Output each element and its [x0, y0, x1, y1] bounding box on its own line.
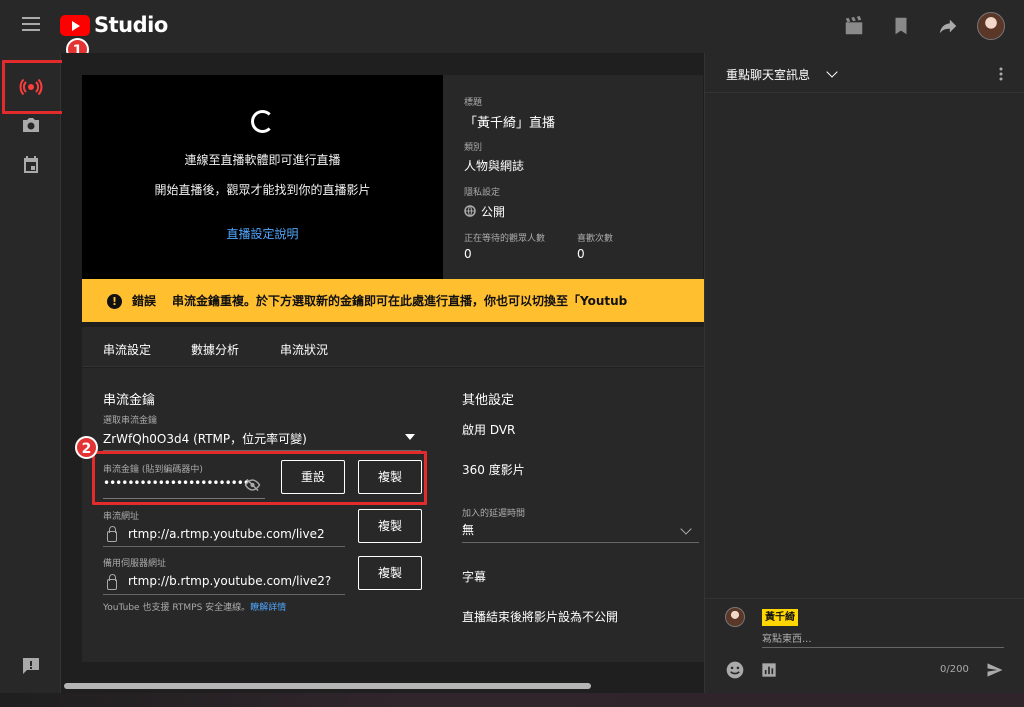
- horizontal-scrollbar[interactable]: [64, 683, 591, 689]
- error-message: 錯誤 串流金鑰重複。於下方選取新的金鑰即可在此處進行直播，你也可以切換至「Yout…: [132, 292, 627, 309]
- emoji-icon[interactable]: [725, 660, 745, 680]
- avatar: [725, 607, 745, 627]
- waiting-viewers-label: 正在等待的觀眾人數: [464, 234, 546, 244]
- stream-preview: 連線至直播軟體即可進行直播 開始直播後，觀眾才能找到你的直播影片 直播設定說明: [82, 75, 443, 279]
- stream-tabs: 串流設定 數據分析 串流狀況: [82, 327, 704, 367]
- video-360-setting[interactable]: 360 度影片: [462, 461, 525, 478]
- chat-user-name: 黃千綺: [762, 609, 798, 626]
- chat-composer: 黃千綺 寫點東西... 0/200: [705, 598, 1024, 707]
- learn-more-link[interactable]: 瞭解詳情: [250, 603, 286, 613]
- left-sidebar: [0, 53, 61, 707]
- menu-icon[interactable]: [22, 17, 40, 31]
- tab-stream-settings[interactable]: 串流設定: [103, 341, 151, 358]
- title-label: 標題: [464, 98, 483, 108]
- preview-connect-message: 連線至直播軟體即可進行直播: [184, 153, 341, 167]
- hide-icon[interactable]: [244, 478, 261, 492]
- studio-label: Studio: [94, 13, 168, 37]
- category-value: 人物與網誌: [464, 159, 525, 173]
- stream-key-select[interactable]: ZrWfQh0O3d4 (RTMP，位元率可變): [103, 430, 307, 447]
- stream-url-label: 串流網址: [103, 512, 140, 522]
- backup-url-underline: [103, 594, 345, 595]
- bookmark-icon[interactable]: [890, 15, 912, 37]
- character-counter: 0/200: [940, 664, 969, 675]
- likes-value: 0: [577, 247, 585, 261]
- annotation-badge-2: 2: [75, 436, 98, 459]
- camera-icon[interactable]: [19, 113, 43, 137]
- globe-icon: [464, 205, 476, 217]
- tab-analytics[interactable]: 數據分析: [191, 341, 239, 358]
- chat-title[interactable]: 重點聊天室訊息: [726, 66, 810, 83]
- chevron-down-icon[interactable]: [680, 523, 692, 535]
- unlisted-after-stream-setting[interactable]: 直播結束後將影片設為不公開: [462, 608, 618, 625]
- chat-input-underline: [762, 647, 1004, 648]
- copy-backup-url-button[interactable]: 複製: [358, 556, 422, 590]
- chevron-down-icon[interactable]: [826, 66, 838, 78]
- main-content: 連線至直播軟體即可進行直播 開始直播後，觀眾才能找到你的直播影片 直播設定說明 …: [62, 53, 704, 693]
- category-label: 類別: [464, 143, 483, 153]
- feedback-icon[interactable]: [19, 654, 43, 678]
- title-value: 「黃千綺」直播: [464, 116, 556, 131]
- dvr-setting[interactable]: 啟用 DVR: [462, 421, 515, 438]
- window-bottom-edge: [0, 693, 1024, 707]
- chat-header: 重點聊天室訊息: [705, 53, 1024, 93]
- rtmps-note: YouTube 也支援 RTMPS 安全連線。瞭解詳情: [103, 603, 287, 613]
- captions-setting[interactable]: 字幕: [462, 568, 486, 585]
- chat-panel: 重點聊天室訊息 黃千綺 寫點東西... 0/200: [704, 53, 1024, 707]
- send-icon[interactable]: [985, 660, 1005, 680]
- lock-icon: [107, 574, 117, 590]
- stream-key-field[interactable]: ••••••••••••••••••••••••: [103, 476, 250, 490]
- warning-icon: !: [107, 294, 122, 309]
- stream-key-section-title: 串流金鑰: [103, 393, 156, 408]
- clapperboard-icon[interactable]: [843, 15, 865, 37]
- privacy-label: 隱私設定: [464, 188, 501, 198]
- loading-spinner-icon: [251, 110, 274, 133]
- chart-icon[interactable]: [759, 660, 779, 680]
- top-bar: Studio: [0, 0, 1024, 53]
- copy-stream-url-button[interactable]: 複製: [358, 509, 422, 543]
- copy-stream-key-button[interactable]: 複製: [358, 460, 422, 494]
- backup-url-label: 備用伺服器網址: [103, 559, 167, 569]
- waiting-viewers-value: 0: [464, 247, 472, 261]
- latency-select[interactable]: 無: [462, 521, 474, 538]
- dropdown-arrow-icon[interactable]: [405, 434, 415, 442]
- stream-url-underline: [103, 546, 345, 547]
- live-icon[interactable]: [19, 75, 43, 99]
- lock-icon: [107, 526, 117, 542]
- stream-key-select-label: 選取串流金鑰: [103, 416, 158, 426]
- latency-label: 加入的延遲時間: [462, 509, 526, 519]
- stream-key-label: 串流金鑰 (貼到編碼器中): [103, 465, 203, 475]
- backup-url-value[interactable]: rtmp://b.rtmp.youtube.com/live2?: [128, 574, 331, 588]
- error-label: 錯誤: [132, 294, 157, 308]
- share-icon[interactable]: [937, 15, 959, 37]
- avatar[interactable]: [977, 12, 1005, 40]
- other-settings-title: 其他設定: [462, 393, 515, 408]
- more-vertical-icon[interactable]: [997, 66, 1005, 82]
- select-underline: [103, 450, 421, 451]
- stream-setup-help-link[interactable]: 直播設定說明: [82, 225, 443, 242]
- stream-settings-panel: 串流金鑰 選取串流金鑰 ZrWfQh0O3d4 (RTMP，位元率可變) 串流金…: [82, 368, 704, 662]
- studio-logo[interactable]: Studio: [60, 13, 168, 37]
- stream-url-value[interactable]: rtmp://a.rtmp.youtube.com/live2: [128, 527, 325, 541]
- stream-key-underline: [103, 498, 265, 499]
- stream-info-panel: 標題 「黃千綺」直播 類別 人物與網誌 隱私設定 公開 正在等待的觀眾人數 0 …: [443, 75, 703, 279]
- youtube-icon: [60, 14, 90, 36]
- privacy-value: 公開: [481, 205, 506, 219]
- chat-message-input[interactable]: 寫點東西...: [762, 630, 812, 645]
- tab-stream-health[interactable]: 串流狀況: [280, 341, 328, 358]
- error-banner: ! 錯誤 串流金鑰重複。於下方選取新的金鑰即可在此處進行直播，你也可以切換至「Yo…: [82, 279, 704, 322]
- reset-button[interactable]: 重設: [281, 460, 345, 494]
- likes-label: 喜歡次數: [577, 234, 614, 244]
- preview-start-message: 開始直播後，觀眾才能找到你的直播影片: [154, 183, 371, 197]
- calendar-icon[interactable]: [19, 153, 43, 177]
- error-detail: 串流金鑰重複。於下方選取新的金鑰即可在此處進行直播，你也可以切換至「Youtub: [172, 294, 628, 308]
- latency-underline: [462, 542, 699, 543]
